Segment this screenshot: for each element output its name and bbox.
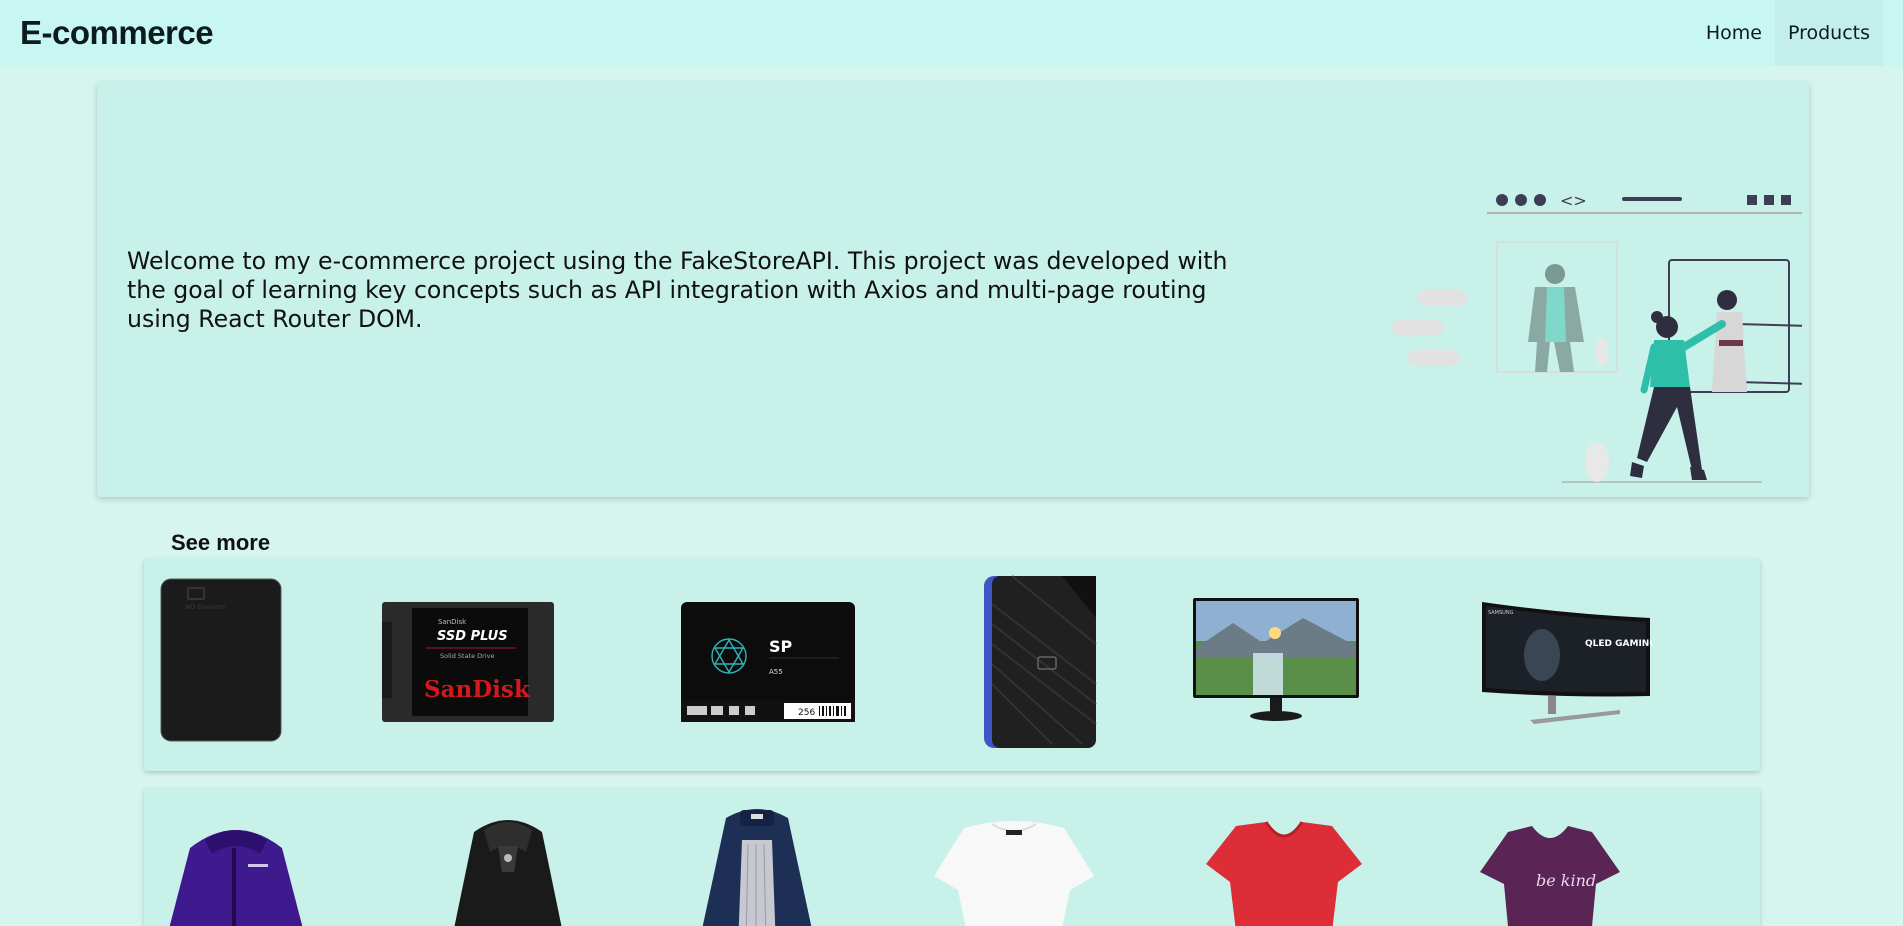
red-tshirt-icon[interactable] [1206, 820, 1362, 926]
nav-link-home[interactable]: Home [1693, 0, 1775, 66]
hero-banner: Welcome to my e-commerce project using t… [97, 82, 1809, 497]
wd-gaming-drive-icon[interactable] [982, 574, 1098, 750]
brand-logo[interactable]: E-commerce [20, 14, 214, 52]
monitor-icon[interactable] [1193, 598, 1359, 724]
black-leather-jacket-icon[interactable] [444, 812, 572, 926]
svg-text:WD Elements: WD Elements [185, 604, 225, 611]
hero-welcome-text: Welcome to my e-commerce project using t… [127, 247, 1228, 333]
svg-text:SAMSUNG: SAMSUNG [1488, 610, 1514, 616]
purple-jacket-icon[interactable] [160, 818, 312, 926]
purple-tshirt-icon[interactable]: be kind [1480, 824, 1620, 926]
svg-text:be kind: be kind [1536, 871, 1596, 890]
see-more-heading: See more [171, 530, 271, 555]
shopping-illustration-icon: <> [1392, 191, 1802, 483]
svg-text:SP: SP [769, 637, 793, 656]
silicon-power-ssd-icon[interactable]: SP A55 256 [681, 602, 855, 722]
svg-text:SSD PLUS: SSD PLUS [437, 629, 508, 644]
product-row: WD Elements SanDisk SSD PLUS Solid State… [144, 558, 1760, 771]
svg-text:SanDisk: SanDisk [438, 618, 467, 626]
svg-text:256: 256 [798, 708, 815, 718]
navbar: E-commerce Home Products [0, 0, 1903, 66]
svg-text:<>: <> [1560, 191, 1587, 210]
curved-gaming-monitor-icon[interactable]: SAMSUNG QLED GAMING MONITOR [1480, 600, 1652, 724]
product-row: be kind [144, 788, 1760, 926]
svg-text:Solid State Drive: Solid State Drive [440, 652, 495, 660]
svg-text:A55: A55 [769, 668, 783, 676]
white-top-icon[interactable] [934, 816, 1094, 926]
sandisk-ssd-icon[interactable]: SanDisk SSD PLUS Solid State Drive SanDi… [382, 602, 554, 722]
svg-text:QLED GAMING MONITOR: QLED GAMING MONITOR [1585, 639, 1652, 649]
svg-text:SanDisk: SanDisk [424, 676, 531, 703]
black-external-hard-drive-icon[interactable]: WD Elements [160, 578, 282, 742]
nav-links: Home Products [1693, 0, 1883, 66]
navy-raincoat-icon[interactable] [692, 804, 822, 926]
nav-link-products[interactable]: Products [1774, 0, 1883, 66]
